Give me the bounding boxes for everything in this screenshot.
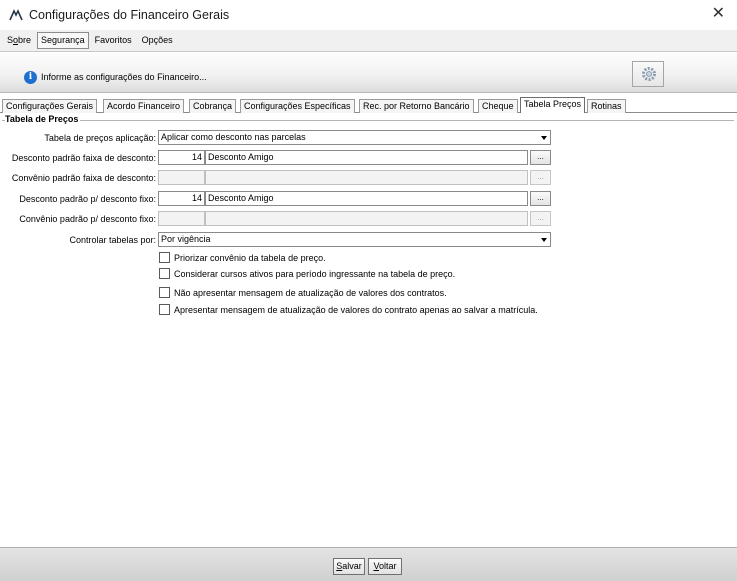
menu-item-favoritos[interactable]: Favoritos [91,32,136,49]
menu-item-seguranca[interactable]: Segurança [37,32,89,49]
label-desconto-fixo: Desconto padrão p/ desconto fixo: [19,194,156,204]
select-controlar-tabelas-value: Por vigência [161,234,211,244]
label-tabela-aplicacao: Tabela de preços aplicação: [44,133,156,143]
tab-cheque[interactable]: Cheque [478,99,518,113]
tab-tabela-precos[interactable]: Tabela Preços [520,97,586,113]
checkbox-nao-apresentar-mensagem[interactable] [159,287,170,298]
info-icon: i [24,71,37,84]
label-controlar-tabelas: Controlar tabelas por: [69,235,156,245]
desconto-fixo-lookup-button[interactable]: ... [530,191,551,206]
desconto-faixa-lookup-button[interactable]: ... [530,150,551,165]
label-convenio-fixo: Convênio padrão p/ desconto fixo: [19,214,156,224]
desconto-fixo-code-field[interactable]: 14 [158,191,205,206]
checkbox-nao-apresentar-mensagem-label: Não apresentar mensagem de atualização d… [174,288,447,298]
tab-cobranca[interactable]: Cobrança [189,99,237,113]
dropdown-arrow-icon [541,136,547,140]
tab-rec-retorno-bancario[interactable]: Rec. por Retorno Bancário [359,99,474,113]
label-convenio-faixa: Convênio padrão faixa de desconto: [11,173,156,183]
info-bar: i Informe as configurações do Financeiro… [0,53,737,93]
convenio-faixa-lookup-button[interactable]: ... [530,170,551,185]
tab-acordo-financeiro[interactable]: Acordo Financeiro [103,99,185,113]
select-tabela-aplicacao[interactable]: Aplicar como desconto nas parcelas [158,130,551,145]
group-title: Tabela de Preços [5,114,81,124]
checkbox-considerar-cursos-label: Considerar cursos ativos para período in… [174,269,456,279]
tab-content: Tabela de Preços Tabela de preços aplica… [0,113,737,547]
desconto-faixa-name-field[interactable]: Desconto Amigo [205,150,528,165]
dropdown-arrow-icon [541,238,547,242]
select-controlar-tabelas[interactable]: Por vigência [158,232,551,247]
tab-configuracoes-gerais[interactable]: Configurações Gerais [2,99,98,113]
info-text: Informe as configurações do Financeiro..… [41,72,207,82]
checkbox-priorizar-convenio-label: Priorizar convênio da tabela de preço. [174,253,326,263]
select-tabela-aplicacao-value: Aplicar como desconto nas parcelas [161,132,306,142]
checkbox-priorizar-convenio[interactable] [159,252,170,263]
label-desconto-faixa: Desconto padrão faixa de desconto: [11,153,156,163]
gear-icon [642,67,656,81]
save-button[interactable]: Salvar [333,558,365,575]
bottom-bar: Salvar Voltar [0,547,737,581]
checkbox-apresentar-mensagem-salvar[interactable] [159,304,170,315]
convenio-fixo-name-field[interactable] [205,211,528,226]
menu-bar: Sobre Segurança Favoritos Opções [0,30,737,52]
menu-item-opcoes[interactable]: Opções [138,32,177,49]
tab-configuracoes-especificas[interactable]: Configurações Específicas [240,99,355,113]
title-bar: Configurações do Financeiro Gerais ✕ [0,0,737,30]
checkbox-apresentar-mensagem-salvar-label: Apresentar mensagem de atualização de va… [174,305,538,315]
window-title: Configurações do Financeiro Gerais [29,8,230,22]
convenio-fixo-code-field[interactable] [158,211,205,226]
desconto-fixo-name-field[interactable]: Desconto Amigo [205,191,528,206]
tab-rotinas[interactable]: Rotinas [587,99,626,113]
settings-button[interactable] [632,61,664,87]
close-button[interactable]: ✕ [712,5,725,23]
convenio-faixa-code-field[interactable] [158,170,205,185]
convenio-fixo-lookup-button[interactable]: ... [530,211,551,226]
menu-item-sobre[interactable]: Sobre [3,32,35,49]
convenio-faixa-name-field[interactable] [205,170,528,185]
tab-strip: Configurações Gerais Acordo Financeiro C… [0,97,737,113]
checkbox-considerar-cursos[interactable] [159,268,170,279]
desconto-faixa-code-field[interactable]: 14 [158,150,205,165]
app-logo-icon [9,9,23,21]
back-button[interactable]: Voltar [368,558,402,575]
